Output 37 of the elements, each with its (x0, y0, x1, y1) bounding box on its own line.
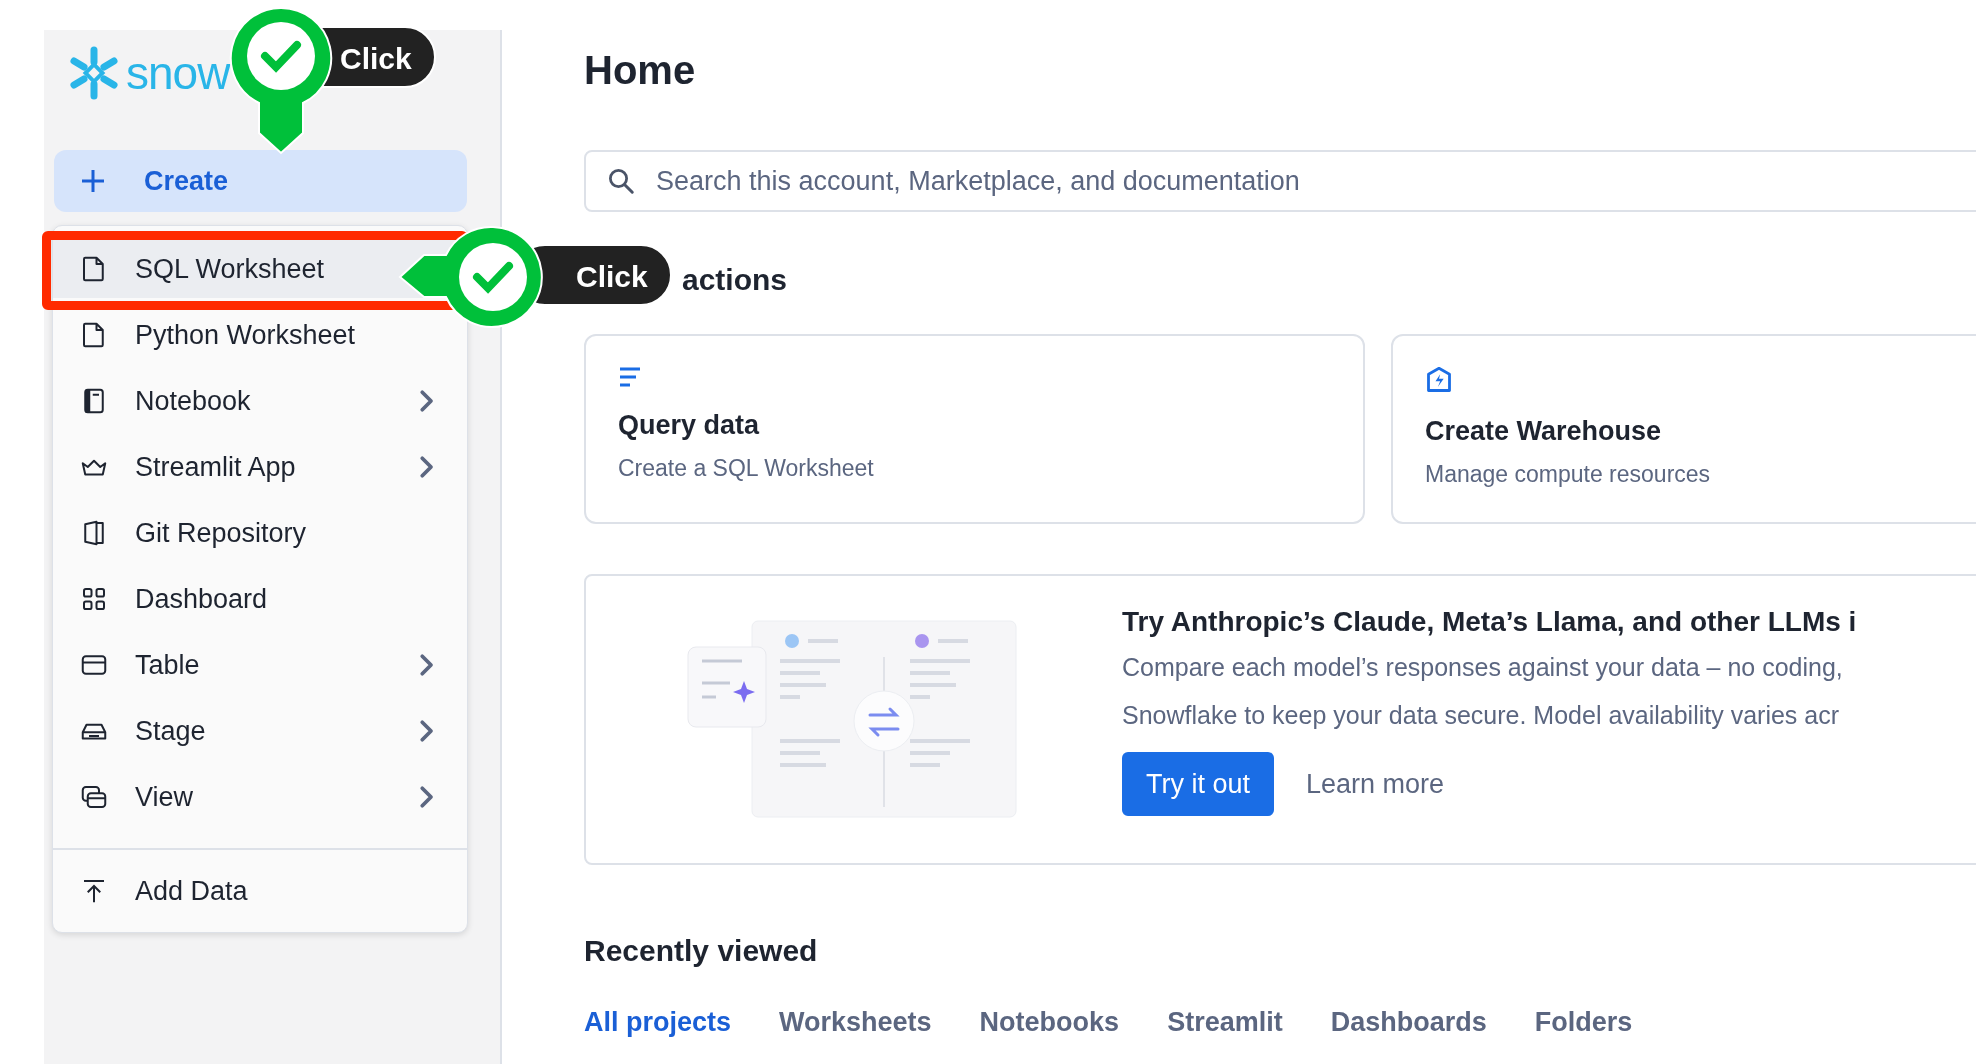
card-title: Query data (618, 410, 761, 441)
menu-item[interactable]: Stage (53, 702, 467, 760)
banner-text: Compare each model’s responses against your data – no coding, (1122, 652, 1844, 683)
filter-tab[interactable]: Folders (1534, 1007, 1633, 1038)
create-button[interactable]: Create (54, 150, 467, 212)
banner-text: Snowflake to keep your data secure. Model availability varies acr (1122, 700, 1841, 731)
menu-item[interactable]: Streamlit App (53, 438, 467, 496)
search-icon (606, 166, 636, 196)
menu-item[interactable]: View (53, 768, 467, 826)
menu-item[interactable]: Python Worksheet (53, 306, 467, 364)
menu-item[interactable]: Dashboard (53, 570, 467, 628)
filter-tab[interactable]: Worksheets (779, 1007, 932, 1038)
menu-item[interactable]: Notebook (53, 372, 467, 430)
filter-tab[interactable]: All projects (584, 1007, 732, 1038)
lines-icon (618, 366, 642, 388)
plus-icon (80, 168, 106, 194)
menu-item[interactable]: Add Data (53, 854, 467, 928)
menu-item[interactable]: Table (53, 636, 467, 694)
menu-item[interactable]: Git Repository (53, 504, 467, 562)
logo-text: snow (126, 46, 230, 100)
card-subtitle: Manage compute resources (1425, 461, 1712, 488)
filter-tab[interactable]: Dashboards (1330, 1007, 1487, 1038)
card-subtitle: Create a SQL Worksheet (618, 455, 875, 482)
bolt-house-icon (1425, 366, 1453, 394)
filter-tab[interactable]: Streamlit (1167, 1007, 1283, 1038)
card-title: Create Warehouse (1425, 416, 1663, 447)
section-heading: Recently viewed (584, 933, 819, 969)
section-heading: actions (682, 262, 789, 298)
try-it-out-button[interactable]: Try it out (1122, 752, 1275, 816)
banner-title: Try Anthropic’s Claude, Meta’s Llama, and other LLMs i (1122, 606, 1857, 638)
action-card[interactable]: Create Warehouse Manage compute resources (1391, 334, 1976, 524)
filter-tab[interactable]: Notebooks (979, 1007, 1120, 1038)
learn-more-link[interactable]: Learn more (1306, 768, 1445, 800)
search-field[interactable]: Search this account, Marketplace, and documentation (584, 150, 1976, 212)
page-title: Home (584, 47, 697, 94)
snowflake-logo-icon (68, 46, 120, 100)
action-card[interactable]: Query data Create a SQL Worksheet (584, 334, 1365, 524)
